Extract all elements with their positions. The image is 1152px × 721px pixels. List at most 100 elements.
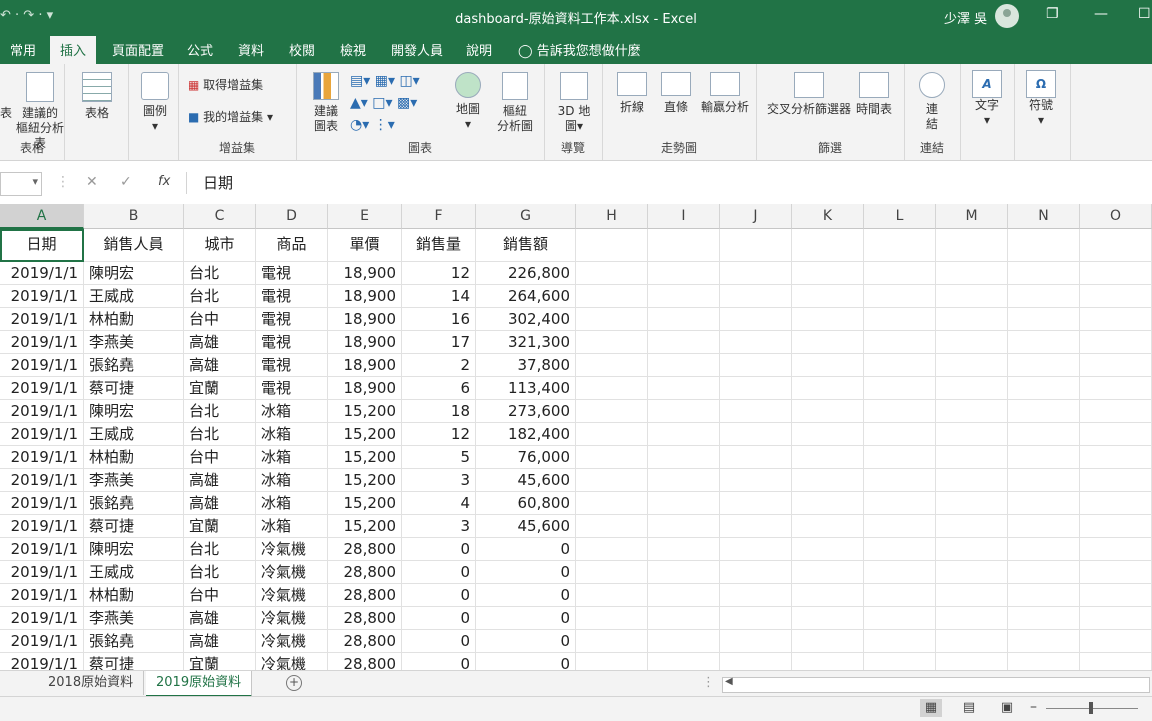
cell[interactable]	[1008, 331, 1080, 354]
cell[interactable]	[792, 469, 864, 492]
cell[interactable]	[864, 584, 936, 607]
cell[interactable]: 陳明宏	[84, 262, 184, 285]
cell[interactable]	[1008, 653, 1080, 670]
cell[interactable]: 0	[476, 630, 576, 653]
cell[interactable]	[1008, 538, 1080, 561]
cell[interactable]	[792, 354, 864, 377]
cell[interactable]: 302,400	[476, 308, 576, 331]
cell[interactable]: 高雄	[184, 331, 256, 354]
cell[interactable]	[720, 561, 792, 584]
cell[interactable]	[720, 653, 792, 670]
page-layout-view-icon[interactable]: ▤	[958, 699, 980, 717]
cell[interactable]: 2019/1/1	[0, 446, 84, 469]
cell[interactable]	[720, 538, 792, 561]
name-box[interactable]	[0, 172, 42, 196]
cell[interactable]	[576, 262, 648, 285]
cell[interactable]	[864, 262, 936, 285]
zoom-out-icon[interactable]: –	[1030, 699, 1037, 715]
get-addins-button[interactable]: ▦ 取得增益集	[188, 78, 263, 93]
cell[interactable]	[936, 331, 1008, 354]
cell[interactable]: 45,600	[476, 469, 576, 492]
cell[interactable]: 李燕美	[84, 607, 184, 630]
cell[interactable]	[792, 584, 864, 607]
cell[interactable]	[1008, 377, 1080, 400]
maps-button[interactable]: 地圖 ▾	[450, 72, 486, 132]
normal-view-icon[interactable]: ▦	[920, 699, 942, 717]
cell[interactable]	[792, 492, 864, 515]
cell[interactable]: 2019/1/1	[0, 607, 84, 630]
tab-formulas[interactable]: 公式	[187, 40, 213, 59]
cell[interactable]	[864, 285, 936, 308]
cell[interactable]	[792, 423, 864, 446]
cell[interactable]: 電視	[256, 331, 328, 354]
cell[interactable]	[1008, 515, 1080, 538]
cell[interactable]: 2019/1/1	[0, 492, 84, 515]
cell[interactable]: 2019/1/1	[0, 423, 84, 446]
pivot-chart-button[interactable]: 樞紐 分析圖	[492, 72, 538, 134]
tab-review[interactable]: 校閱	[289, 40, 315, 59]
cell[interactable]: 6	[402, 377, 476, 400]
cell[interactable]: 0	[402, 653, 476, 670]
cell[interactable]: 45,600	[476, 515, 576, 538]
column-header[interactable]: M	[936, 204, 1008, 229]
cell[interactable]: 林柏勳	[84, 446, 184, 469]
cell[interactable]	[1080, 515, 1152, 538]
cell[interactable]: 2019/1/1	[0, 538, 84, 561]
cell[interactable]	[1080, 538, 1152, 561]
cell[interactable]	[720, 308, 792, 331]
cell[interactable]	[1080, 446, 1152, 469]
cell[interactable]: 張銘堯	[84, 492, 184, 515]
3d-map-button[interactable]: 3D 地 圖▾	[554, 72, 594, 134]
cell[interactable]: 0	[476, 584, 576, 607]
tab-view[interactable]: 檢視	[340, 40, 366, 59]
cell[interactable]: 台北	[184, 262, 256, 285]
cell[interactable]	[936, 308, 1008, 331]
cell[interactable]	[864, 354, 936, 377]
zoom-slider-thumb[interactable]	[1089, 702, 1093, 714]
cell[interactable]: 王威成	[84, 561, 184, 584]
column-header[interactable]: D	[256, 204, 328, 229]
cell[interactable]	[648, 423, 720, 446]
minimize-button[interactable]: —	[1094, 6, 1108, 22]
cell[interactable]: 18,900	[328, 285, 402, 308]
formula-input[interactable]: 日期	[186, 172, 1152, 194]
cell[interactable]	[576, 377, 648, 400]
scroll-left-icon[interactable]: ◀	[725, 676, 733, 687]
cell[interactable]	[1008, 492, 1080, 515]
cell[interactable]	[1080, 308, 1152, 331]
cell[interactable]	[720, 446, 792, 469]
cell[interactable]	[792, 446, 864, 469]
cell[interactable]: 113,400	[476, 377, 576, 400]
cell[interactable]	[648, 400, 720, 423]
maximize-button[interactable]: ☐	[1138, 6, 1151, 22]
cell[interactable]	[576, 584, 648, 607]
cell[interactable]: 2019/1/1	[0, 354, 84, 377]
cell[interactable]: 273,600	[476, 400, 576, 423]
cell[interactable]	[792, 630, 864, 653]
insert-function-icon[interactable]: fx	[158, 174, 170, 189]
cell[interactable]	[1008, 630, 1080, 653]
cell[interactable]: 28,800	[328, 653, 402, 670]
cell[interactable]: 冰箱	[256, 492, 328, 515]
cell[interactable]: 電視	[256, 354, 328, 377]
column-header[interactable]: G	[476, 204, 576, 229]
cell[interactable]: 蔡可捷	[84, 515, 184, 538]
cell[interactable]	[864, 607, 936, 630]
cell[interactable]: 2019/1/1	[0, 285, 84, 308]
cell[interactable]	[864, 538, 936, 561]
cell[interactable]: 17	[402, 331, 476, 354]
cell[interactable]: 冰箱	[256, 446, 328, 469]
cell[interactable]: 15,200	[328, 492, 402, 515]
cell[interactable]	[1080, 377, 1152, 400]
avatar[interactable]	[995, 4, 1019, 28]
cell[interactable]: 12	[402, 423, 476, 446]
cell[interactable]	[1080, 607, 1152, 630]
pivot-table-button[interactable]: 表	[0, 106, 12, 121]
cell[interactable]: 電視	[256, 262, 328, 285]
cell[interactable]: 264,600	[476, 285, 576, 308]
cell[interactable]: 0	[476, 607, 576, 630]
cell[interactable]	[1080, 262, 1152, 285]
cell[interactable]: 15,200	[328, 400, 402, 423]
cell[interactable]: 2019/1/1	[0, 331, 84, 354]
table-button[interactable]: 表格	[80, 72, 114, 121]
